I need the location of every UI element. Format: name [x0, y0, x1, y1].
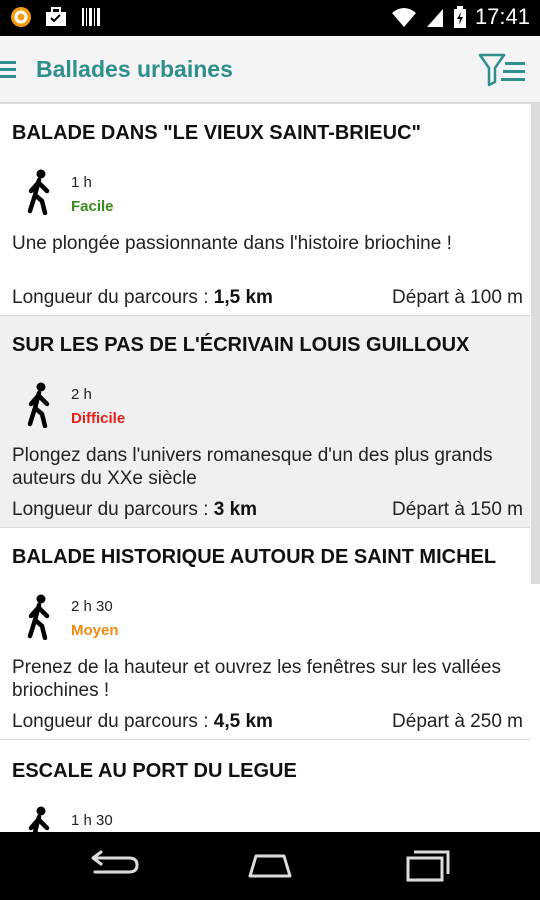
length-label: Longueur du parcours : — [12, 711, 214, 732]
filter-icon[interactable] — [478, 52, 528, 88]
status-bar: 17:41 — [0, 0, 540, 36]
walk-departure: Départ à 150 m — [392, 499, 523, 520]
walk-list[interactable]: BALADE DANS "LE VIEUX SAINT-BRIEUC" 1 h … — [0, 104, 540, 832]
length-value: 4,5 km — [213, 711, 273, 732]
list-item[interactable]: BALADE DANS "LE VIEUX SAINT-BRIEUC" 1 h … — [0, 104, 530, 316]
navigation-bar — [0, 832, 540, 900]
walk-title: ESCALE AU PORT DU LEGUE — [12, 760, 297, 782]
walk-duration: 1 h — [71, 174, 92, 191]
signal-icon — [426, 9, 443, 27]
walking-person-icon — [28, 806, 50, 832]
walking-person-icon — [27, 382, 50, 428]
walk-departure: Départ à 250 m — [392, 711, 523, 732]
walk-departure: Départ à 100 m — [392, 287, 523, 308]
walk-title: BALADE DANS "LE VIEUX SAINT-BRIEUC" — [12, 122, 421, 144]
recent-apps-icon[interactable] — [398, 846, 458, 886]
difficulty-label: Facile — [71, 198, 114, 215]
walk-title: SUR LES PAS DE L'ÉCRIVAIN LOUIS GUILLOUX — [12, 334, 470, 356]
walk-length: Longueur du parcours : 4,5 km — [12, 711, 273, 733]
briefcase-icon — [46, 7, 66, 26]
length-value: 1,5 km — [213, 287, 273, 308]
difficulty-label: Difficile — [71, 410, 126, 427]
walk-description: Plongez dans l'univers romanesque d'un d… — [12, 445, 493, 489]
walk-duration: 1 h 30 — [71, 812, 113, 829]
length-value: 3 km — [213, 499, 258, 520]
back-icon[interactable] — [83, 846, 143, 886]
wifi-icon — [391, 8, 416, 27]
list-item[interactable]: ESCALE AU PORT DU LEGUE 1 h 30 — [0, 740, 530, 832]
scrollbar[interactable] — [531, 104, 540, 584]
difficulty-label: Moyen — [71, 622, 119, 639]
walk-length: Longueur du parcours : 1,5 km — [12, 287, 273, 309]
walk-description: Une plongée passionnante dans l'histoire… — [12, 233, 452, 254]
clock: 17:41 — [474, 4, 530, 29]
list-item[interactable]: BALADE HISTORIQUE AUTOUR DE SAINT MICHEL… — [0, 528, 530, 740]
walk-title: BALADE HISTORIQUE AUTOUR DE SAINT MICHEL — [12, 546, 497, 568]
home-icon[interactable] — [240, 846, 300, 886]
length-label: Longueur du parcours : — [12, 499, 214, 520]
walk-description: Prenez de la hauteur et ouvrez les fenêt… — [12, 657, 501, 701]
app-notification-icon — [11, 7, 31, 27]
walk-duration: 2 h 30 — [71, 598, 113, 615]
notification-icons — [10, 6, 102, 28]
walk-duration: 2 h — [71, 386, 92, 403]
menu-icon[interactable] — [0, 58, 18, 82]
list-item[interactable]: SUR LES PAS DE L'ÉCRIVAIN LOUIS GUILLOUX… — [0, 316, 530, 528]
barcode-icon — [82, 8, 100, 26]
walk-length: Longueur du parcours : 3 km — [12, 499, 257, 521]
battery-icon — [453, 6, 466, 28]
app-bar: Ballades urbaines — [0, 36, 540, 104]
length-label: Longueur du parcours : — [12, 287, 214, 308]
system-icons: 17:41 — [391, 4, 530, 30]
page-title: Ballades urbaines — [36, 56, 233, 82]
walking-person-icon — [27, 594, 50, 640]
walking-person-icon — [27, 169, 50, 215]
